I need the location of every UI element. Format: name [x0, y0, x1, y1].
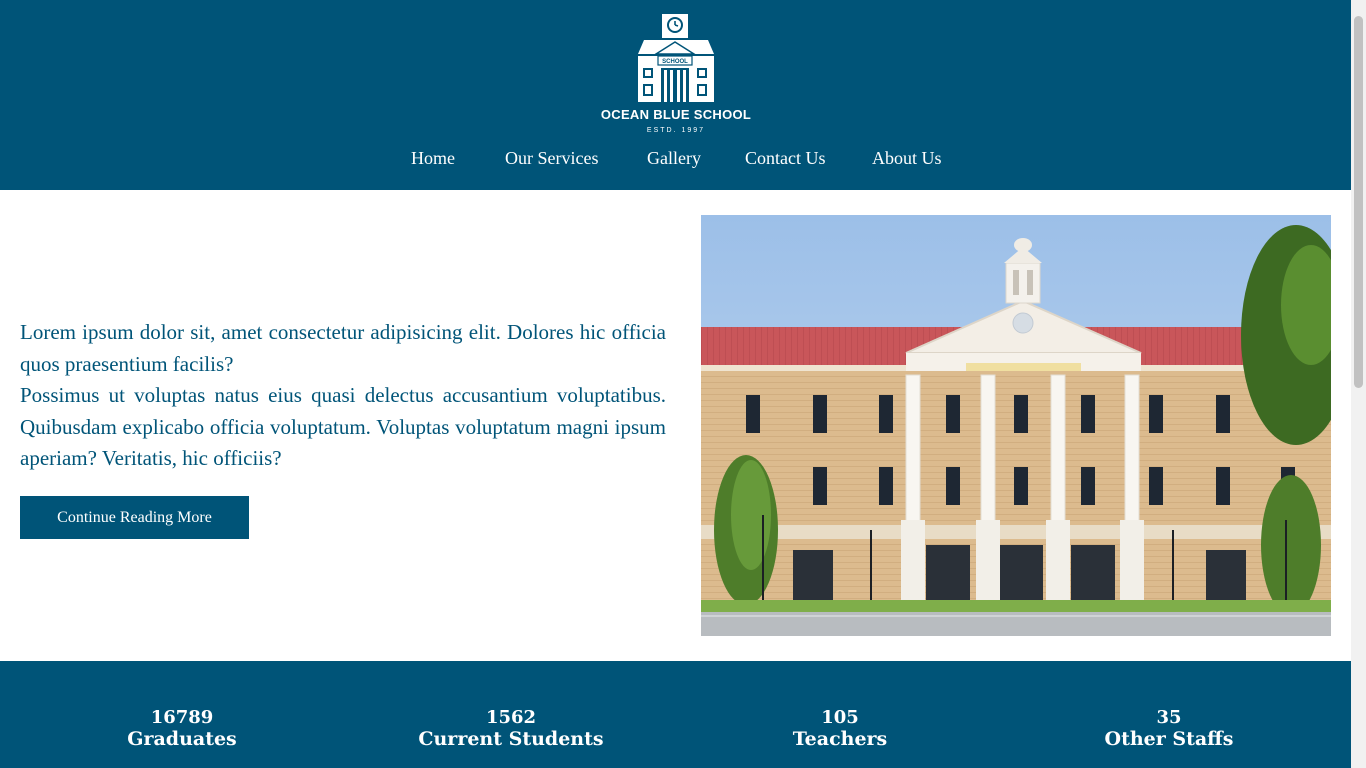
school-name: OCEAN BLUE SCHOOL [600, 107, 752, 122]
stat-label: Current Students [418, 728, 604, 750]
hero-paragraph-2: Possimus ut voluptas natus eius quasi de… [20, 383, 666, 470]
stat-label: Graduates [127, 728, 237, 750]
school-building-icon: SCHOOL [638, 14, 714, 102]
hero-text: Lorem ipsum dolor sit, amet consectetur … [20, 317, 666, 475]
nav-home[interactable]: Home [411, 148, 455, 169]
nav-contact-us[interactable]: Contact Us [745, 148, 826, 169]
scrollbar-thumb[interactable] [1354, 16, 1363, 388]
established-year: ESTD. 1997 [646, 127, 706, 134]
page: SCHOOL OCEAN BLUE SCHOOL ESTD. 1997 Home… [0, 0, 1351, 768]
main-nav: Home Our Services Gallery Contact Us Abo… [0, 148, 1351, 174]
stat-teachers: 105 Teachers [690, 707, 990, 750]
stat-value: 105 [821, 707, 859, 728]
stat-value: 16789 [150, 707, 214, 728]
stats-section: 16789 Graduates 1562 Current Students 10… [0, 661, 1351, 768]
school-logo[interactable]: SCHOOL OCEAN BLUE SCHOOL ESTD. 1997 [600, 12, 752, 138]
stat-label: Other Staffs [1104, 728, 1234, 750]
vertical-scrollbar[interactable] [1351, 0, 1366, 768]
school-building-photo [701, 215, 1331, 636]
stat-other-staffs: 35 Other Staffs [1019, 707, 1319, 750]
stat-current-students: 1562 Current Students [361, 707, 661, 750]
stat-label: Teachers [792, 728, 888, 750]
nav-gallery[interactable]: Gallery [647, 148, 701, 169]
hero-paragraph-1: Lorem ipsum dolor sit, amet consectetur … [20, 320, 666, 376]
logo-sign-text: SCHOOL [662, 59, 688, 65]
continue-reading-button[interactable]: Continue Reading More [20, 496, 249, 539]
school-building-image [701, 215, 1331, 636]
stat-value: 1562 [485, 707, 537, 728]
site-header: SCHOOL OCEAN BLUE SCHOOL ESTD. 1997 Home… [0, 0, 1351, 190]
stat-value: 35 [1156, 707, 1182, 728]
nav-our-services[interactable]: Our Services [505, 148, 598, 169]
stat-graduates: 16789 Graduates [32, 707, 332, 750]
nav-about-us[interactable]: About Us [872, 148, 942, 169]
